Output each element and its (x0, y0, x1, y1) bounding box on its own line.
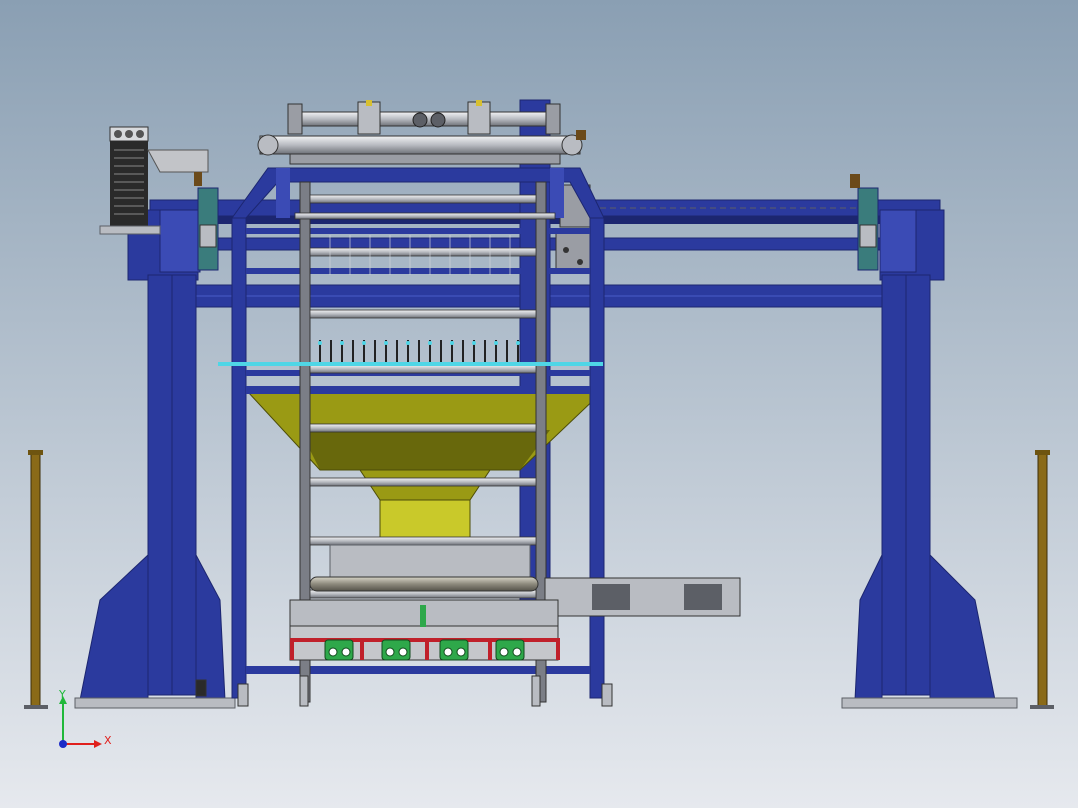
y-axis-label: Y (58, 688, 66, 701)
gripper-carriage (289, 599, 560, 661)
discharge-chute (544, 577, 741, 617)
x-axis-label: X (104, 734, 112, 747)
cad-viewport[interactable]: X Y (0, 0, 1078, 808)
machine-drawing: X Y (0, 0, 1078, 808)
origin-marker (59, 740, 67, 748)
